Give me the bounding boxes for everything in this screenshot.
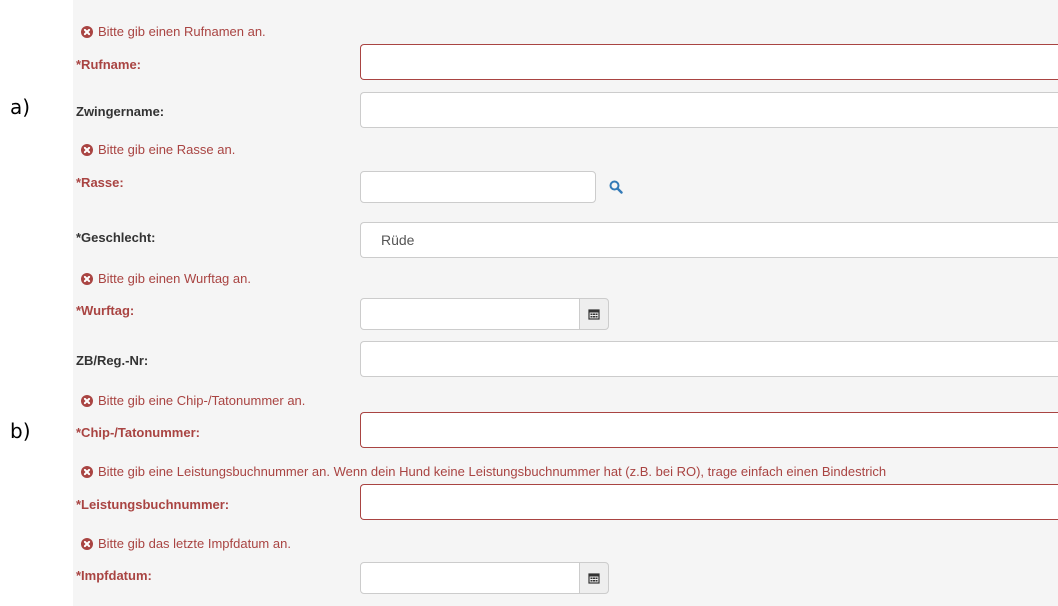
zb-input[interactable] xyxy=(360,341,1058,377)
impf-error: Bitte gib das letzte Impfdatum an. xyxy=(81,536,291,551)
annotation-a: a) xyxy=(10,95,31,119)
rufname-input[interactable] xyxy=(360,44,1058,80)
error-circle-x-icon xyxy=(81,537,93,550)
zb-label: ZB/Reg.-Nr: xyxy=(76,353,149,368)
geschlecht-select[interactable]: Rüde xyxy=(360,222,1058,258)
error-circle-x-icon xyxy=(81,272,93,285)
chip-label: *Chip-/Tatonummer: xyxy=(76,425,200,440)
dog-registration-form: Bitte gib einen Rufnamen an. *Rufname: Z… xyxy=(73,0,1058,606)
rasse-error-text: Bitte gib eine Rasse an. xyxy=(98,142,236,157)
geschlecht-selected-value: Rüde xyxy=(381,232,415,248)
chip-error-text: Bitte gib eine Chip-/Tatonummer an. xyxy=(98,393,306,408)
annotation-b: b) xyxy=(10,419,31,443)
wurftag-error: Bitte gib einen Wurftag an. xyxy=(81,271,251,286)
impf-input[interactable] xyxy=(360,562,580,594)
leistung-error-text: Bitte gib eine Leistungsbuchnummer an. W… xyxy=(98,464,887,479)
rufname-label: *Rufname: xyxy=(76,57,142,72)
leistung-label: *Leistungsbuchnummer: xyxy=(76,497,230,512)
geschlecht-label: *Geschlecht: xyxy=(76,230,156,245)
wurftag-calendar-button[interactable] xyxy=(579,298,609,330)
calendar-icon xyxy=(588,573,600,584)
error-circle-x-icon xyxy=(81,465,93,478)
rufname-error: Bitte gib einen Rufnamen an. xyxy=(81,24,266,39)
rasse-input[interactable] xyxy=(360,171,596,203)
rasse-label: *Rasse: xyxy=(76,175,124,190)
leistung-error: Bitte gib eine Leistungsbuchnummer an. W… xyxy=(81,464,886,479)
leistung-input[interactable] xyxy=(360,484,1058,520)
magnifier-icon xyxy=(609,180,623,194)
calendar-icon xyxy=(588,309,600,320)
error-circle-x-icon xyxy=(81,25,93,38)
error-circle-x-icon xyxy=(81,394,93,407)
error-circle-x-icon xyxy=(81,143,93,156)
chip-error: Bitte gib eine Chip-/Tatonummer an. xyxy=(81,393,305,408)
wurftag-label: *Wurftag: xyxy=(76,303,135,318)
rasse-error: Bitte gib eine Rasse an. xyxy=(81,142,235,157)
chip-input[interactable] xyxy=(360,412,1058,448)
wurftag-input[interactable] xyxy=(360,298,580,330)
zwingername-label: Zwingername: xyxy=(76,104,165,119)
impf-error-text: Bitte gib das letzte Impfdatum an. xyxy=(98,536,291,551)
impf-calendar-button[interactable] xyxy=(579,562,609,594)
zwingername-input[interactable] xyxy=(360,92,1058,128)
impf-label: *Impfdatum: xyxy=(76,568,152,583)
rufname-error-text: Bitte gib einen Rufnamen an. xyxy=(98,24,266,39)
rasse-search-button[interactable] xyxy=(605,175,627,199)
wurftag-error-text: Bitte gib einen Wurftag an. xyxy=(98,271,251,286)
